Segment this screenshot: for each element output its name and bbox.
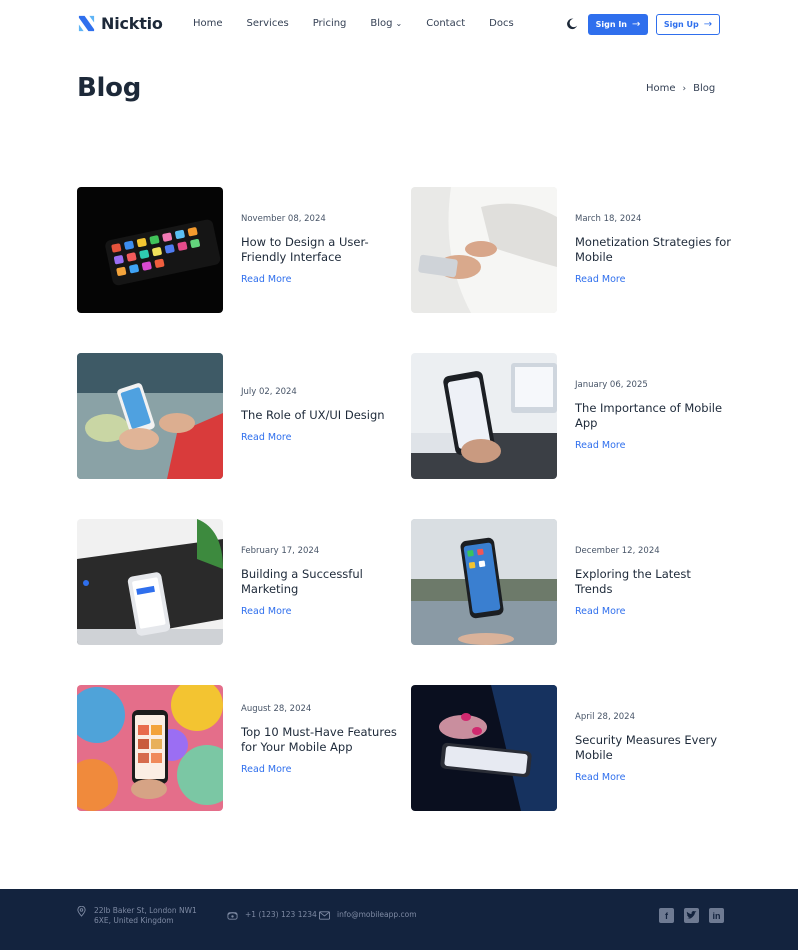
post-date: January 06, 2025 xyxy=(575,380,648,390)
chevron-down-icon: ⌄ xyxy=(395,19,403,28)
moon-icon[interactable] xyxy=(566,18,578,30)
post-image[interactable] xyxy=(77,519,223,645)
post-image[interactable] xyxy=(77,353,223,479)
nav-item-home[interactable]: Home xyxy=(193,18,223,29)
post-info: November 08, 2024 How to Design a User-F… xyxy=(241,214,397,285)
post-info: April 28, 2024 Security Measures Every M… xyxy=(575,712,731,783)
blog-card[interactable]: March 18, 2024 Monetization Strategies f… xyxy=(411,187,731,313)
read-more-link[interactable]: Read More xyxy=(575,440,731,451)
post-image[interactable] xyxy=(411,685,557,811)
location-pin-icon xyxy=(77,906,86,917)
nav-item-contact[interactable]: Contact xyxy=(426,18,465,29)
logo-icon xyxy=(78,15,95,32)
post-title[interactable]: How to Design a User-Friendly Interface xyxy=(241,235,397,265)
footer-phone[interactable]: +1 (123) 123 1234 xyxy=(227,910,317,921)
nav-item-docs[interactable]: Docs xyxy=(489,18,514,29)
nav-item-pricing[interactable]: Pricing xyxy=(313,18,347,29)
read-more-link[interactable]: Read More xyxy=(241,432,397,443)
post-title[interactable]: Monetization Strategies for Mobile xyxy=(575,235,731,265)
read-more-link[interactable]: Read More xyxy=(575,274,731,285)
blog-card[interactable]: November 08, 2024 How to Design a User-F… xyxy=(77,187,397,313)
post-title[interactable]: Exploring the Latest Trends xyxy=(575,567,731,597)
post-date: April 28, 2024 xyxy=(575,712,635,722)
nav-item-services[interactable]: Services xyxy=(247,18,289,29)
linkedin-icon[interactable]: in xyxy=(709,908,724,923)
read-more-link[interactable]: Read More xyxy=(241,274,397,285)
chevron-right-icon: › xyxy=(682,83,687,94)
post-date: November 08, 2024 xyxy=(241,214,326,224)
post-image[interactable] xyxy=(77,685,223,811)
blog-card[interactable]: February 17, 2024 Building a Successful … xyxy=(77,519,397,645)
blog-card[interactable]: July 02, 2024 The Role of UX/UI Design R… xyxy=(77,353,397,479)
twitter-icon[interactable] xyxy=(684,908,699,923)
post-info: July 02, 2024 The Role of UX/UI Design R… xyxy=(241,387,397,443)
post-image[interactable] xyxy=(411,353,557,479)
post-image[interactable] xyxy=(411,187,557,313)
blog-card[interactable]: August 28, 2024 Top 10 Must-Have Feature… xyxy=(77,685,397,811)
footer-address: 22lb Baker St, London NW1 6XE, United Ki… xyxy=(76,906,216,926)
post-title[interactable]: Building a Successful Marketing xyxy=(241,567,397,597)
blog-card[interactable]: April 28, 2024 Security Measures Every M… xyxy=(411,685,731,811)
read-more-link[interactable]: Read More xyxy=(241,764,397,775)
blog-card[interactable]: December 12, 2024 Exploring the Latest T… xyxy=(411,519,731,645)
post-title[interactable]: The Importance of Mobile App xyxy=(575,401,731,431)
breadcrumb-home[interactable]: Home xyxy=(646,83,676,94)
phone-icon xyxy=(227,912,238,920)
post-date: February 17, 2024 xyxy=(241,546,320,556)
post-title[interactable]: Security Measures Every Mobile xyxy=(575,733,731,763)
post-title[interactable]: The Role of UX/UI Design xyxy=(241,408,397,423)
page-title: Blog xyxy=(77,73,142,103)
site-header: Nicktio Home Services Pricing Blog ⌄ Cont… xyxy=(0,0,798,50)
post-image[interactable] xyxy=(77,187,223,313)
post-info: January 06, 2025 The Importance of Mobil… xyxy=(575,380,731,451)
post-info: March 18, 2024 Monetization Strategies f… xyxy=(575,214,731,285)
mail-icon xyxy=(319,911,330,920)
sign-up-button[interactable]: Sign Up → xyxy=(656,14,720,35)
footer-email[interactable]: info@mobileapp.com xyxy=(319,910,417,921)
sign-in-button[interactable]: Sign In → xyxy=(588,14,648,35)
breadcrumb-current: Blog xyxy=(693,83,716,94)
post-date: December 12, 2024 xyxy=(575,546,660,556)
arrow-right-icon: → xyxy=(703,19,713,30)
read-more-link[interactable]: Read More xyxy=(241,606,397,617)
blog-card[interactable]: January 06, 2025 The Importance of Mobil… xyxy=(411,353,731,479)
post-date: August 28, 2024 xyxy=(241,704,312,714)
main-nav: Home Services Pricing Blog ⌄ Contact Docs xyxy=(193,18,538,29)
post-image[interactable] xyxy=(411,519,557,645)
read-more-link[interactable]: Read More xyxy=(575,606,731,617)
arrow-right-icon: → xyxy=(632,19,641,30)
logo[interactable]: Nicktio xyxy=(77,14,163,33)
post-info: December 12, 2024 Exploring the Latest T… xyxy=(575,546,731,617)
post-date: July 02, 2024 xyxy=(241,387,297,397)
facebook-icon[interactable]: f xyxy=(659,908,674,923)
read-more-link[interactable]: Read More xyxy=(575,772,731,783)
nav-item-blog[interactable]: Blog ⌄ xyxy=(370,18,402,29)
post-info: August 28, 2024 Top 10 Must-Have Feature… xyxy=(241,704,397,775)
post-date: March 18, 2024 xyxy=(575,214,642,224)
site-footer: 22lb Baker St, London NW1 6XE, United Ki… xyxy=(0,889,798,950)
post-title[interactable]: Top 10 Must-Have Features for Your Mobil… xyxy=(241,725,397,755)
breadcrumb: Home › Blog xyxy=(646,83,715,94)
logo-text: Nicktio xyxy=(101,14,163,33)
post-info: February 17, 2024 Building a Successful … xyxy=(241,546,397,617)
